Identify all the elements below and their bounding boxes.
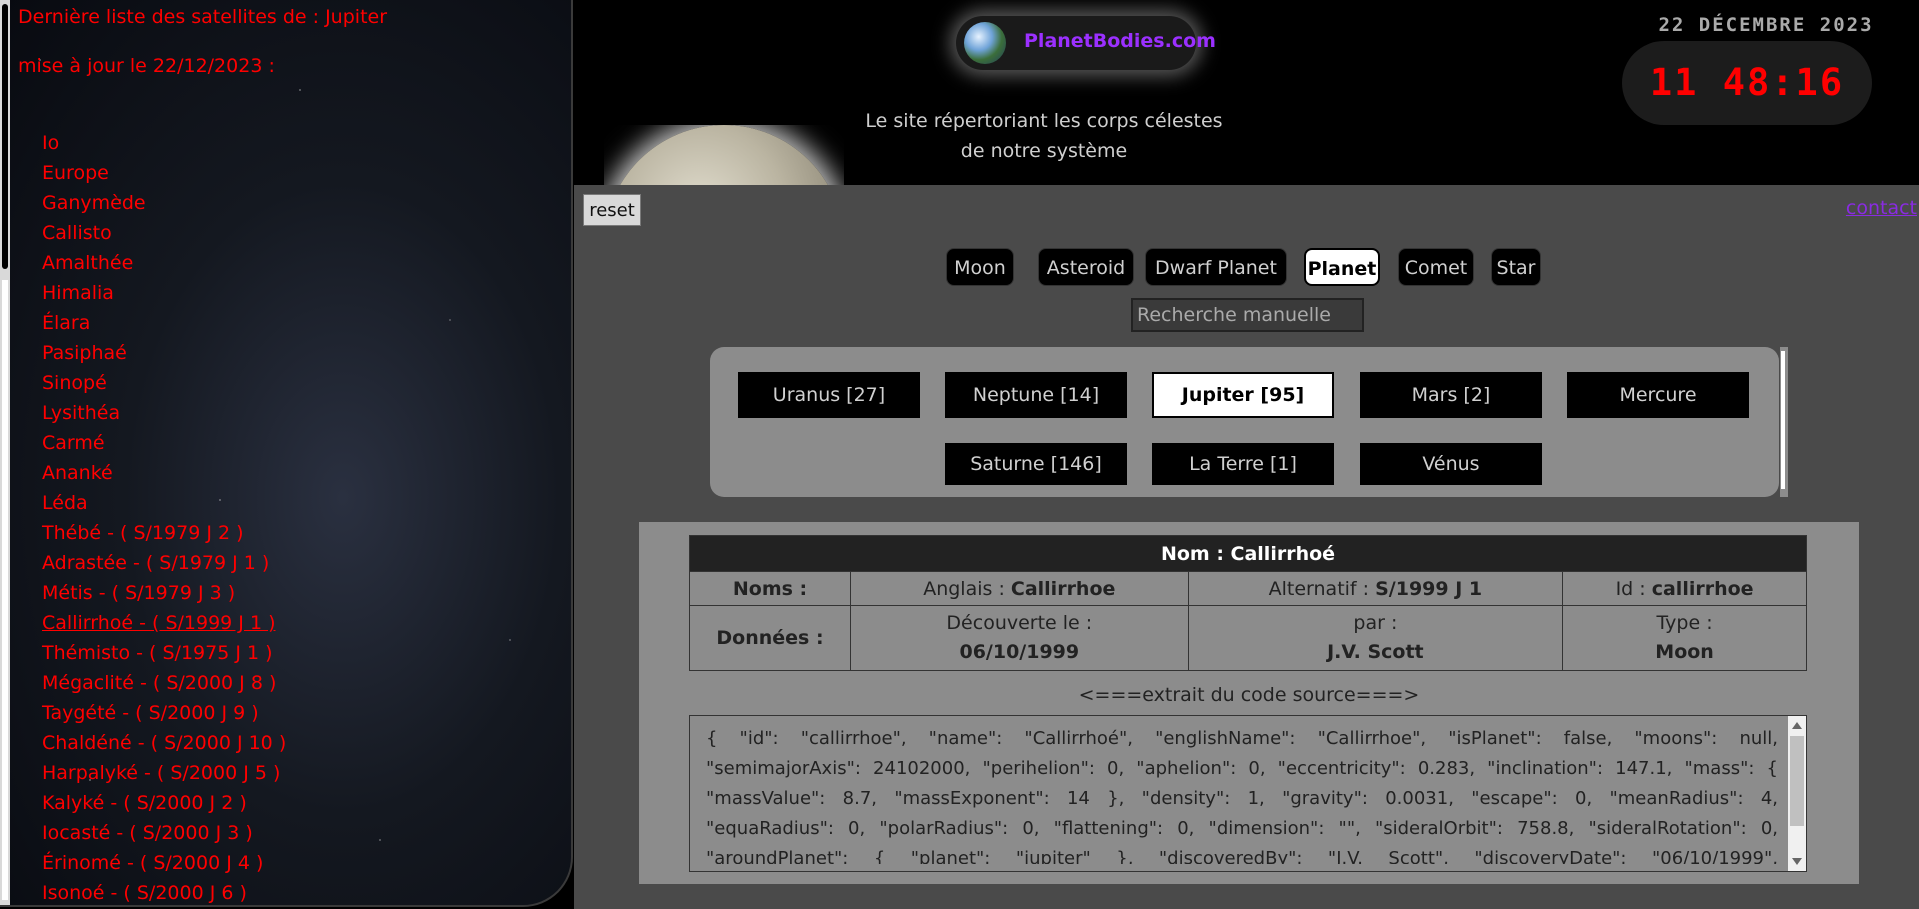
moon-list-item[interactable]: Métis - ( S/1979 J 3 ) <box>42 578 286 608</box>
body-detail-card: Nom : Callirrhoé Noms : Anglais : Callir… <box>639 522 1859 884</box>
moon-list-item[interactable]: Harpalyké - ( S/2000 J 5 ) <box>42 758 286 788</box>
moon-list-item[interactable]: Carmé <box>42 428 286 458</box>
discovery-date-cell: Découverte le : 06/10/1999 <box>850 605 1189 671</box>
moon-list-item[interactable]: Élara <box>42 308 286 338</box>
manual-search-input[interactable] <box>1131 298 1364 332</box>
discovery-date-label: Découverte le : <box>946 612 1093 634</box>
discovery-date-value: 06/10/1999 <box>959 641 1080 663</box>
moon-list-item[interactable]: Chaldéné - ( S/2000 J 10 ) <box>42 728 286 758</box>
moon-list-item[interactable]: Io <box>42 128 286 158</box>
tab-asteroid[interactable]: Asteroid <box>1038 248 1134 286</box>
english-name-label: Anglais : <box>923 577 1005 600</box>
moon-list-item[interactable]: Érinomé - ( S/2000 J 4 ) <box>42 848 286 878</box>
scroll-down-icon[interactable] <box>1792 858 1802 865</box>
alternative-name-label: Alternatif : <box>1268 577 1370 600</box>
planet-selector-panel: Uranus [27] Neptune [14] Jupiter [95] Mars … <box>710 347 1779 497</box>
source-code-caption: <===extrait du code source===> <box>1078 684 1420 706</box>
clock-time: 11 48:16 <box>1649 61 1845 104</box>
moon-list-item[interactable]: Callisto <box>42 218 286 248</box>
body-type-label: Type : <box>1656 612 1713 634</box>
scroll-up-icon[interactable] <box>1792 722 1802 729</box>
moon-list-item[interactable]: Adrastée - ( S/1979 J 1 ) <box>42 548 286 578</box>
moon-list-item[interactable]: Iocasté - ( S/2000 J 3 ) <box>42 818 286 848</box>
sidebar-updated-date: mise à jour le 22/12/2023 : <box>18 55 275 77</box>
reset-button[interactable]: reset <box>583 194 641 226</box>
moon-list-item[interactable]: Thébé - ( S/1979 J 2 ) <box>42 518 286 548</box>
tab-comet[interactable]: Comet <box>1398 248 1474 286</box>
moon-list-item[interactable]: Ganymède <box>42 188 286 218</box>
moon-list-sidebar: Dernière liste des satellites de : Jupit… <box>0 0 573 907</box>
moon-list-item[interactable]: Kalyké - ( S/2000 J 2 ) <box>42 788 286 818</box>
sidebar-title: Dernière liste des satellites de : Jupit… <box>18 6 388 28</box>
moon-list-item[interactable]: Thémisto - ( S/1975 J 1 ) <box>42 638 286 668</box>
clock: 11 48:16 <box>1622 41 1872 125</box>
planet-button[interactable]: Neptune [14] <box>945 372 1127 418</box>
moon-list-item[interactable]: Sinopé <box>42 368 286 398</box>
discovered-by-label: par : <box>1353 612 1398 634</box>
moon-list-item[interactable]: Taygété - ( S/2000 J 9 ) <box>42 698 286 728</box>
tab-moon[interactable]: Moon <box>946 248 1014 286</box>
moon-list-item[interactable]: Europe <box>42 158 286 188</box>
moon-list-item[interactable]: Lysithéa <box>42 398 286 428</box>
english-name-cell: Anglais : Callirrhoe <box>850 571 1189 606</box>
source-code-scrollbar[interactable] <box>1788 716 1806 871</box>
main-content: reset contact Moon Asteroid Dwarf Planet Pl… <box>574 185 1919 909</box>
alternative-name-value: S/1999 J 1 <box>1375 577 1483 600</box>
body-name-header: Nom : Callirrhoé <box>689 535 1807 572</box>
discovered-by-cell: par : J.V. Scott <box>1187 605 1564 671</box>
alternative-name-cell: Alternatif : S/1999 J 1 <box>1187 571 1564 606</box>
planet-button[interactable]: Jupiter [95] <box>1152 372 1334 418</box>
id-value: callirrhoe <box>1651 577 1754 600</box>
id-label: Id : <box>1615 577 1646 600</box>
planet-button[interactable]: Mars [2] <box>1360 372 1542 418</box>
sidebar-scrollbar[interactable] <box>0 0 10 905</box>
id-cell: Id : callirrhoe <box>1562 571 1807 606</box>
tagline-line-2: de notre système <box>960 140 1128 162</box>
english-name-value: Callirrhoe <box>1010 577 1116 600</box>
tab-planet[interactable]: Planet <box>1304 248 1380 286</box>
site-logo-link[interactable]: PlanetBodies.com <box>956 16 1216 70</box>
moon-list-item[interactable]: Callirrhoé - ( S/1999 J 1 ) <box>42 608 286 638</box>
source-scroll-thumb[interactable] <box>1790 736 1804 826</box>
earth-logo-icon <box>964 22 1006 64</box>
site-header: PlanetBodies.com Le site répertoriant le… <box>574 0 1919 245</box>
planet-panel-scroll-thumb[interactable] <box>1781 351 1785 489</box>
body-type-value: Moon <box>1655 641 1714 663</box>
body-type-cell: Type : Moon <box>1562 605 1807 671</box>
moon-list-item[interactable]: Léda <box>42 488 286 518</box>
moon-list-item[interactable]: Pasiphaé <box>42 338 286 368</box>
moon-list-item[interactable]: Ananké <box>42 458 286 488</box>
source-code-text: { "id": "callirrhoe", "name": "Callirrho… <box>706 728 1778 864</box>
body-type-tabs: Moon Asteroid Dwarf Planet Planet Comet Star <box>574 248 1919 286</box>
planet-panel-scrollbar[interactable] <box>1780 347 1788 497</box>
data-row-label: Données : <box>689 605 851 671</box>
body-detail-table: Nom : Callirrhoé Noms : Anglais : Callir… <box>689 535 1807 671</box>
moon-list-item[interactable]: Himalia <box>42 278 286 308</box>
tagline-line-1: Le site répertoriant les corps célestes <box>865 110 1223 132</box>
tab-star[interactable]: Star <box>1491 248 1541 286</box>
planet-button[interactable]: Saturne [146] <box>945 443 1127 485</box>
site-name: PlanetBodies.com <box>1024 30 1216 52</box>
tab-dwarf-planet[interactable]: Dwarf Planet <box>1145 248 1287 286</box>
planet-button[interactable]: Mercure <box>1567 372 1749 418</box>
planet-button[interactable]: Uranus [27] <box>738 372 920 418</box>
names-row-label: Noms : <box>689 571 851 606</box>
moon-list-item[interactable]: Isonoé - ( S/2000 J 6 ) <box>42 878 286 905</box>
planet-button[interactable]: Vénus <box>1360 443 1542 485</box>
clock-date: 22 DÉCEMBRE 2023 <box>1658 14 1874 36</box>
moon-list: Io Europe Ganymède Callisto Amalthée Himalia É… <box>42 128 286 905</box>
sidebar-scroll-track <box>2 280 8 900</box>
sidebar-scroll-thumb[interactable] <box>2 4 8 269</box>
source-code-box[interactable]: { "id": "callirrhoe", "name": "Callirrho… <box>689 715 1807 872</box>
moon-list-item[interactable]: Mégaclité - ( S/2000 J 8 ) <box>42 668 286 698</box>
contact-link[interactable]: contact <box>1846 197 1917 219</box>
discovered-by-value: J.V. Scott <box>1327 641 1424 663</box>
planet-button[interactable]: La Terre [1] <box>1152 443 1334 485</box>
moon-list-item[interactable]: Amalthée <box>42 248 286 278</box>
